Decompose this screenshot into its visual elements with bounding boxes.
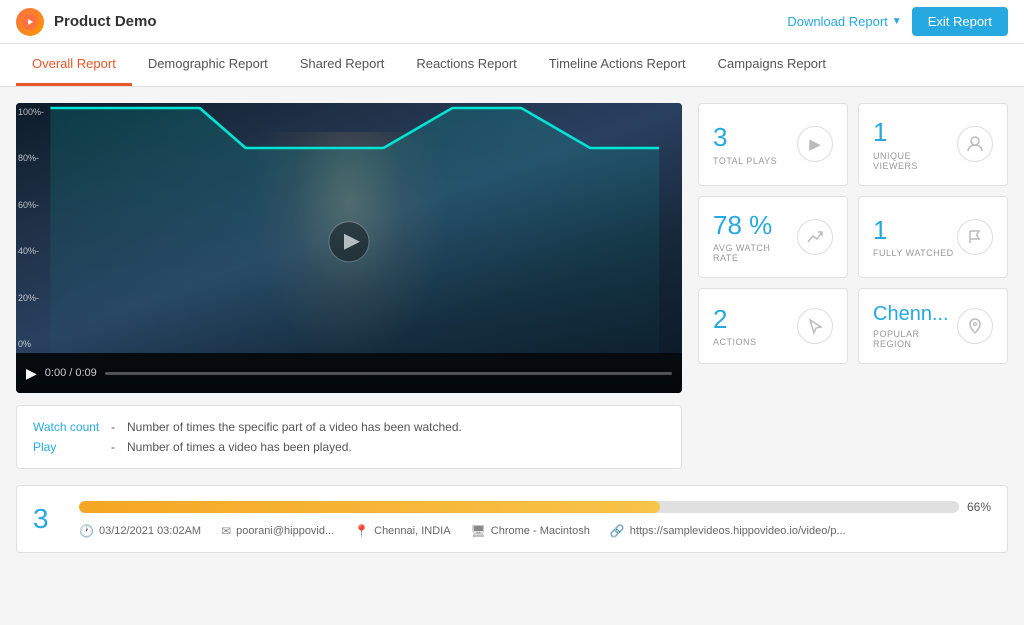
meta-date: 🕐 03/12/2021 03:02AM	[79, 524, 201, 538]
meta-location: 📍 Chennai, INDIA	[354, 524, 450, 538]
tab-campaigns-report[interactable]: Campaigns Report	[702, 44, 842, 86]
stat-avg-watch-rate: 78 % AVG WATCH RATE	[698, 196, 848, 279]
legend-play: Play - Number of times a video has been …	[33, 440, 665, 454]
left-panel: 100%- 80%- 60%- 40%- 20%- 0%	[16, 103, 682, 469]
bottom-section: 3 66% 🕐 03/12/2021 03:02AM ✉ poorani@hi	[0, 485, 1024, 569]
stats-grid: 3 TOTAL PLAYS ▶ 1 UNIQUE VIEWERS 78 %	[698, 103, 1008, 469]
tab-reactions-report[interactable]: Reactions Report	[400, 44, 532, 86]
play-meta: 🕐 03/12/2021 03:02AM ✉ poorani@hippovid.…	[79, 524, 991, 538]
stat-popular-region: Chenn... POPULAR REGION	[858, 288, 1008, 364]
email-icon: ✉	[221, 524, 231, 538]
monitor-icon: 🖥	[471, 524, 486, 538]
tab-bar: Overall Report Demographic Report Shared…	[0, 44, 1024, 87]
tab-timeline-actions-report[interactable]: Timeline Actions Report	[533, 44, 702, 86]
video-center-play	[327, 220, 371, 267]
page-title: Product Demo	[54, 13, 157, 30]
tab-demographic-report[interactable]: Demographic Report	[132, 44, 284, 86]
stat-fully-watched: 1 FULLY WATCHED	[858, 196, 1008, 279]
video-time: 0:00 / 0:09	[45, 367, 97, 379]
legend-watch-count: Watch count - Number of times the specif…	[33, 420, 665, 434]
chevron-down-icon: ▼	[892, 16, 902, 27]
video-controls-bar: ▶ 0:00 / 0:09	[16, 353, 682, 393]
location-icon	[957, 308, 993, 344]
download-report-button[interactable]: Download Report ▼	[787, 14, 901, 29]
meta-url: 🔗 https://samplevideos.hippovideo.io/vid…	[610, 524, 846, 538]
clock-icon: 🕐	[79, 524, 94, 538]
meta-email: ✉ poorani@hippovid...	[221, 524, 334, 538]
play-bar-fill	[79, 501, 660, 513]
meta-browser: 🖥 Chrome - Macintosh	[471, 524, 590, 538]
video-progress-bar[interactable]	[105, 372, 672, 375]
play-row: 3 66% 🕐 03/12/2021 03:02AM ✉ poorani@hi	[16, 485, 1008, 553]
tab-overall-report[interactable]: Overall Report	[16, 44, 132, 86]
play-bar-track	[79, 501, 959, 513]
main-content: 100%- 80%- 60%- 40%- 20%- 0%	[0, 87, 1024, 485]
trending-icon	[797, 219, 833, 255]
stat-unique-viewers: 1 UNIQUE VIEWERS	[858, 103, 1008, 186]
video-play-button[interactable]: ▶	[26, 365, 37, 382]
stat-actions: 2 ACTIONS	[698, 288, 848, 364]
exit-report-button[interactable]: Exit Report	[912, 7, 1008, 36]
tab-shared-report[interactable]: Shared Report	[284, 44, 401, 86]
play-icon: ▶	[797, 126, 833, 162]
app-logo	[16, 8, 44, 36]
link-icon: 🔗	[610, 524, 625, 538]
legend-box: Watch count - Number of times the specif…	[16, 405, 682, 469]
stat-total-plays: 3 TOTAL PLAYS ▶	[698, 103, 848, 186]
play-bar-section: 66% 🕐 03/12/2021 03:02AM ✉ poorani@hippo…	[79, 500, 991, 538]
map-pin-icon: 📍	[354, 524, 369, 538]
person-icon	[957, 126, 993, 162]
play-bar-percent: 66%	[967, 500, 991, 514]
flag-icon	[957, 219, 993, 255]
video-player[interactable]: 100%- 80%- 60%- 40%- 20%- 0%	[16, 103, 682, 393]
play-count: 3	[33, 503, 63, 535]
cursor-icon	[797, 308, 833, 344]
